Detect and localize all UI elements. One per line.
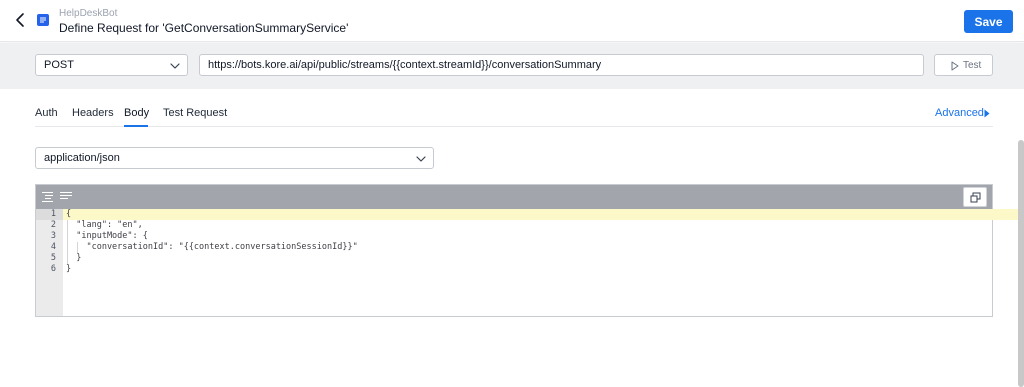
active-line-gutter	[36, 209, 63, 220]
code-line: "conversationId": "{{context.conversatio…	[66, 242, 358, 252]
method-value: POST	[44, 59, 74, 71]
request-tabs: Auth Headers Body Test Request Advanced	[35, 101, 993, 127]
code-line: }	[66, 253, 82, 263]
line-number-gutter: 1 2 3 4 5 6	[36, 209, 63, 316]
test-label: Test	[963, 60, 982, 71]
bot-icon	[37, 14, 49, 26]
chevron-down-icon	[416, 156, 426, 162]
test-button[interactable]: Test	[934, 54, 993, 76]
back-button[interactable]	[12, 10, 30, 30]
url-value: https://bots.kore.ai/api/public/streams/…	[208, 59, 602, 71]
active-line-highlight	[63, 209, 1019, 220]
line-number: 3	[50, 231, 56, 241]
request-bar: POST https://bots.kore.ai/api/public/str…	[0, 43, 1024, 89]
advanced-link[interactable]: Advanced	[935, 107, 984, 119]
code-line: "lang": "en",	[66, 220, 143, 230]
app-header: HelpDeskBot Define Request for 'GetConve…	[0, 0, 1024, 42]
tab-test-request[interactable]: Test Request	[163, 107, 227, 119]
page-scrollbar[interactable]	[1018, 140, 1024, 387]
url-input[interactable]: https://bots.kore.ai/api/public/streams/…	[199, 54, 924, 76]
content-type-select[interactable]: application/json	[35, 147, 434, 169]
line-number: 4	[50, 242, 56, 252]
editor-toolbar	[36, 185, 992, 209]
play-icon	[951, 61, 959, 71]
method-select[interactable]: POST	[35, 54, 188, 76]
line-number: 6	[50, 264, 56, 274]
page-title: Define Request for 'GetConversationSumma…	[59, 21, 349, 35]
caret-right-icon	[984, 109, 990, 118]
expand-editor-button[interactable]	[963, 187, 987, 207]
code-line: }	[66, 264, 72, 274]
line-number: 2	[50, 220, 56, 230]
chevron-down-icon	[170, 63, 180, 69]
tab-headers[interactable]: Headers	[72, 107, 114, 119]
active-tab-indicator	[124, 125, 148, 127]
compact-lines-icon[interactable]	[60, 190, 72, 202]
tab-body[interactable]: Body	[124, 107, 149, 119]
bot-name: HelpDeskBot	[59, 8, 118, 19]
code-area[interactable]: { "lang": "en", "inputMode": { "conversa…	[63, 209, 1019, 316]
tab-auth[interactable]: Auth	[35, 107, 58, 119]
line-number: 1	[50, 209, 56, 219]
format-align-icon[interactable]	[42, 190, 54, 202]
line-number: 5	[50, 253, 56, 263]
expand-icon	[970, 192, 981, 203]
chevron-left-icon	[16, 13, 24, 27]
save-button[interactable]: Save	[964, 10, 1013, 33]
body-editor[interactable]: 1 2 3 4 5 6 { "lang": "en", "inputMode":…	[35, 184, 1019, 317]
code-line: "inputMode": {	[66, 231, 148, 241]
content-type-value: application/json	[44, 152, 120, 164]
code-line: {	[66, 209, 72, 219]
